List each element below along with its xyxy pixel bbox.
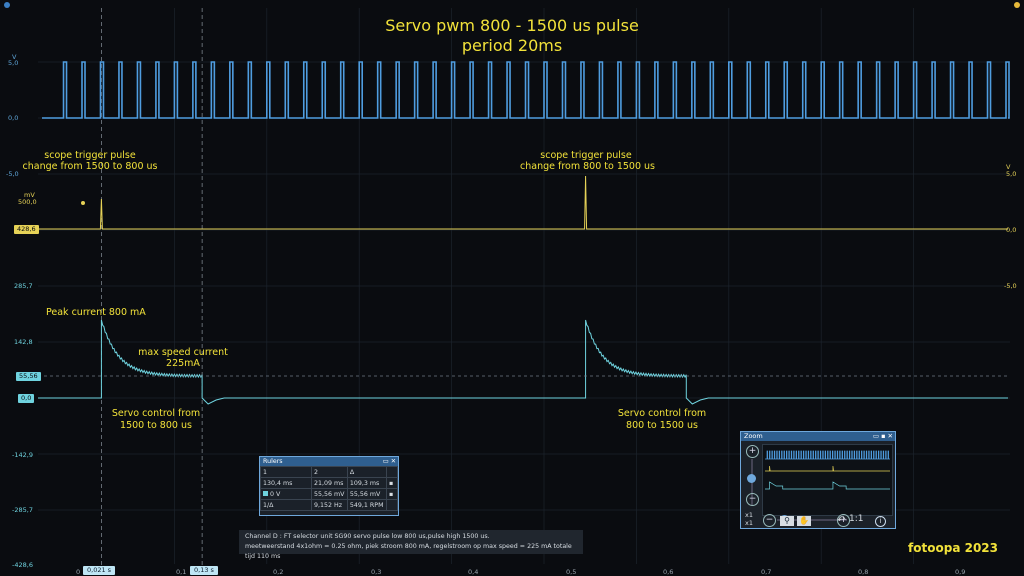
zoom-toolbar: ⚲ ✋ ↶ 1:1 i bbox=[775, 514, 893, 527]
rulers-titlebar[interactable]: Rulers ▭ ✕ bbox=[260, 457, 398, 466]
maximize-icon[interactable]: ▪ bbox=[881, 432, 885, 440]
channel-d-marker-tag[interactable]: 55,56 bbox=[16, 372, 41, 381]
cursor-2-tag[interactable]: 0,13 s bbox=[190, 566, 218, 575]
time-tick-3: 0,3 bbox=[371, 568, 382, 576]
channel-d-tick-1: 142,8 bbox=[14, 338, 33, 346]
magnifier-icon[interactable]: ⚲ bbox=[780, 516, 794, 526]
time-cursors bbox=[101, 8, 203, 566]
annotation-trigger-right-2: change from 800 to 1500 us bbox=[520, 161, 655, 172]
mini-pwm-trace bbox=[765, 450, 890, 460]
cursor-1-tag[interactable]: 0,021 s bbox=[83, 566, 116, 575]
time-tick-6: 0,6 bbox=[663, 568, 674, 576]
time-tick-1: 0,1 bbox=[176, 568, 187, 576]
annotation-maxspeed-2: 225mA bbox=[166, 358, 200, 369]
rulers-time-1: 130,4 ms bbox=[260, 477, 312, 489]
time-tick-9: 0,9 bbox=[955, 568, 966, 576]
channel-d-tick-0: 285,7 bbox=[14, 282, 33, 290]
channel-d-tick-4: -285,7 bbox=[12, 506, 33, 514]
zoom-x1-label-b: x1 bbox=[745, 519, 753, 527]
channel-d-tick-5: -428,6 bbox=[12, 561, 33, 569]
time-tick-0: 0 bbox=[76, 568, 81, 576]
rulers-title: Rulers bbox=[263, 458, 283, 465]
rulers-rpm-value: 549,1 RPM bbox=[346, 499, 388, 511]
info-line-1: Channel D : FT selector unit SG90 servo … bbox=[245, 533, 490, 540]
zoom-overview[interactable] bbox=[762, 444, 893, 516]
rulers-time-delta: 109,3 ms bbox=[346, 477, 388, 489]
annotation-trigger-left-2: change from 1500 to 800 us bbox=[22, 161, 158, 172]
signature: fotoopa 2023 bbox=[908, 541, 998, 555]
zoom-out-button[interactable]: − bbox=[746, 493, 759, 506]
channel-info-note: Channel D : FT selector unit SG90 servo … bbox=[239, 530, 583, 560]
zoom-title: Zoom bbox=[744, 432, 763, 440]
zoom-ratio[interactable]: 1:1 bbox=[849, 514, 863, 524]
rulers-time-2: 21,09 ms bbox=[311, 477, 348, 489]
lock-icon[interactable]: ▪ bbox=[386, 488, 398, 500]
annotation-servo-right-1: Servo control from bbox=[617, 408, 707, 419]
notification-icon[interactable] bbox=[1014, 2, 1020, 8]
chart-title-line1: Servo pwm 800 - 1500 us pulse bbox=[385, 16, 639, 35]
zoom-x1-label-a: x1 bbox=[745, 511, 753, 519]
close-icon[interactable]: ✕ bbox=[888, 432, 893, 440]
annotation-servo-left-2: 1500 to 800 us bbox=[120, 420, 192, 431]
chart-title-line2: period 20ms bbox=[461, 36, 563, 55]
zoom-overview-plot bbox=[765, 450, 890, 490]
mini-trigger-trace bbox=[765, 465, 890, 472]
annotation-servo-right-2: 800 to 1500 us bbox=[626, 420, 698, 431]
channel-d-tick-3: -142,9 bbox=[12, 451, 33, 459]
rulers-freq-value: 9,152 Hz bbox=[311, 499, 348, 511]
lock-icon[interactable]: ▪ bbox=[386, 477, 398, 489]
channel-a-top: 5,0 bbox=[8, 59, 19, 67]
channel-b-value-tag[interactable]: 428,6 bbox=[14, 225, 39, 234]
annotation-peak: Peak current 800 mA bbox=[46, 307, 146, 318]
right-bottom: -5,0 bbox=[1004, 282, 1017, 290]
minimize-icon[interactable]: ▭ bbox=[383, 458, 389, 465]
hand-pan-icon[interactable]: ✋ bbox=[797, 516, 811, 526]
channel-b-top: 500,0 bbox=[18, 198, 37, 206]
rulers-volt-1-value: 0 V bbox=[270, 490, 281, 498]
right-zero: 0,0 bbox=[1006, 226, 1017, 234]
pwm-trace bbox=[42, 61, 1010, 119]
close-icon[interactable]: ✕ bbox=[391, 458, 396, 465]
annotation-servo-left-1: Servo control from bbox=[111, 408, 201, 419]
rulers-window[interactable]: Rulers ▭ ✕ 1 2 Δ 130,4 ms 21,09 ms 109,3… bbox=[259, 456, 399, 516]
rulers-header-1: 1 bbox=[260, 466, 312, 478]
rulers-spacer bbox=[386, 466, 398, 478]
minimize-icon[interactable]: ▭ bbox=[873, 432, 879, 440]
rulers-spacer bbox=[386, 499, 398, 511]
time-tick-2: 0,2 bbox=[273, 568, 284, 576]
zoom-vertical-thumb[interactable] bbox=[747, 474, 756, 483]
rulers-freq-label: 1/Δ bbox=[260, 499, 312, 511]
rulers-volt-delta: 55,56 mV bbox=[346, 488, 388, 500]
undo-icon[interactable]: ↶ bbox=[837, 515, 845, 526]
rulers-table: 1 2 Δ 130,4 ms 21,09 ms 109,3 ms ▪ 0 V 5… bbox=[260, 466, 398, 511]
window-menu-icon[interactable] bbox=[4, 2, 10, 8]
channel-color-icon bbox=[263, 490, 268, 496]
rulers-header-2: 2 bbox=[311, 466, 348, 478]
trigger-point-marker bbox=[81, 201, 85, 205]
right-top: 5,0 bbox=[1006, 170, 1017, 178]
zoom-in-button[interactable]: + bbox=[746, 445, 759, 458]
time-tick-7: 0,7 bbox=[761, 568, 772, 576]
trigger-trace bbox=[38, 175, 1008, 230]
info-icon[interactable]: i bbox=[875, 516, 886, 527]
info-line-2: meetweerstand 4x1ohm = 0.25 ohm, piek st… bbox=[245, 543, 572, 560]
zoom-titlebar[interactable]: Zoom ▭ ▪ ✕ bbox=[741, 432, 895, 441]
rulers-volt-2: 55,56 mV bbox=[311, 488, 348, 500]
rulers-header-delta: Δ bbox=[346, 466, 388, 478]
channel-d-zero-tag[interactable]: 0,0 bbox=[18, 394, 35, 403]
time-tick-8: 0,8 bbox=[858, 568, 869, 576]
channel-a-zero: 0,0 bbox=[8, 114, 19, 122]
time-tick-4: 0,4 bbox=[468, 568, 479, 576]
mini-current-trace bbox=[765, 481, 890, 490]
zoom-window[interactable]: Zoom ▭ ▪ ✕ + − x1 x1 − + ⚲ ✋ ↶ 1:1 i bbox=[740, 431, 896, 529]
time-tick-5: 0,5 bbox=[566, 568, 577, 576]
rulers-volt-1: 0 V bbox=[260, 488, 312, 500]
